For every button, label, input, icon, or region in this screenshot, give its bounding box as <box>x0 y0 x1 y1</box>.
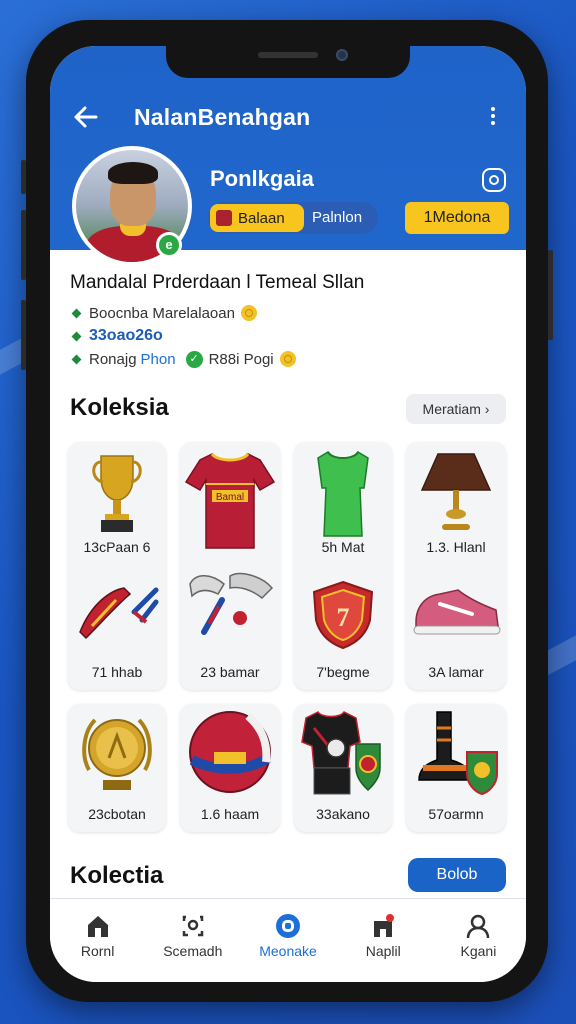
collection-card[interactable]: 33akano <box>294 704 392 832</box>
gold-medal-icon <box>82 718 152 790</box>
tab-notifications[interactable]: Naplil <box>336 899 431 982</box>
bio-line-text: Boocnba Marelalaoan <box>89 304 235 322</box>
tab-profile[interactable]: Meonake <box>240 899 335 982</box>
profile-circle-icon <box>276 914 300 938</box>
coin-icon <box>279 351 296 367</box>
app-screen: NalanBenahgan Ponlkgaia Balaan Palnlon 1… <box>50 46 526 982</box>
boots-icon <box>418 711 498 796</box>
trophy-icon <box>92 455 142 532</box>
collection-item-label: 1.3. Hlanl <box>426 539 486 555</box>
check-icon: ✓ <box>185 350 203 368</box>
profile-name: Ponlkgaia <box>210 166 314 191</box>
notch <box>166 46 410 78</box>
phone-side-button <box>21 300 26 370</box>
view-all-button[interactable]: Meratiam › <box>406 394 506 424</box>
jersey-text: Bamal <box>216 492 244 503</box>
bio-line: Boocnba Marelalaoan <box>70 302 510 324</box>
shin-guards-icon <box>189 572 274 635</box>
collection-card[interactable]: 57oarmn <box>406 704 506 832</box>
tab-account[interactable]: Kgani <box>431 899 526 982</box>
app-title: NalanBenahgan <box>134 104 311 130</box>
more-vertical-icon[interactable] <box>486 104 500 132</box>
medal-button[interactable]: 1Medona <box>405 202 509 234</box>
chip-flag-icon <box>216 210 232 226</box>
bio-stat: 33oao26o <box>89 327 163 344</box>
collection-card[interactable]: 13cPaan 6 71 hhab <box>68 442 166 690</box>
tab-home[interactable]: Rornl <box>50 899 145 982</box>
collection-title: Koleksia <box>70 394 169 421</box>
status-chip-label: Balaan <box>238 209 285 227</box>
bio-link-label: Ronajg <box>89 350 137 368</box>
second-section-title: Kolectia <box>70 862 164 889</box>
tab-label: Meonake <box>259 943 317 959</box>
bio-section: Mandalal Prderdaan l Temeal Sllan Boocnb… <box>70 272 510 371</box>
kit-icon <box>301 711 381 795</box>
phone-side-button <box>21 210 26 280</box>
home-icon <box>87 916 108 937</box>
bio-line: 33oao26o <box>70 325 510 347</box>
tab-label: Naplil <box>365 943 401 959</box>
status-pill[interactable]: Balaan Palnlon <box>208 202 378 234</box>
collection-item-label: 57oarmn <box>428 806 484 822</box>
tab-label: Kgani <box>460 943 497 959</box>
sneaker-icon <box>413 589 501 635</box>
speaker <box>258 52 318 58</box>
bio-line-text: R88i Pogi <box>208 350 274 368</box>
tab-search[interactable]: Scemadh <box>145 899 240 982</box>
collection-card[interactable]: 5h Mat 7 7'begme <box>294 442 392 690</box>
search-icon <box>182 915 204 937</box>
collection-item-label: 5h Mat <box>321 539 365 555</box>
coin-icon <box>240 305 257 321</box>
svg-text:7: 7 <box>337 603 350 632</box>
bio-line: Ronajg Phon ✓ R88i Pogi <box>70 348 510 370</box>
status-extra-label: Palnlon <box>312 209 363 226</box>
collection-card[interactable]: Bamal 23 bamar <box>180 442 280 690</box>
tab-label: Rornl <box>80 943 115 959</box>
verified-badge-icon: e <box>156 232 182 258</box>
bio-link[interactable]: Phon <box>141 351 176 368</box>
section-action-button[interactable]: Bolob <box>408 858 506 892</box>
collection-card[interactable]: 1.3. Hlanl 3A lamar <box>406 442 506 690</box>
user-icon <box>467 914 490 939</box>
settings-icon[interactable] <box>482 168 506 192</box>
tab-label: Scemadh <box>163 943 223 959</box>
red-jersey-icon: Bamal <box>184 452 276 549</box>
bullet-icon <box>71 354 82 364</box>
back-arrow-icon[interactable] <box>72 104 100 130</box>
collection-item-label: 3A lamar <box>428 664 484 680</box>
collection-item-label: 1.6 haam <box>200 806 260 822</box>
collection-item-label: 13cPaan 6 <box>83 539 151 555</box>
phone-power-button <box>548 250 553 340</box>
collection-item-label: 71 hhab <box>91 664 143 680</box>
collection-item-label: 7'begme <box>316 664 370 680</box>
collection-item-label: 33akano <box>316 806 370 822</box>
badge-icon: 7 <box>312 580 374 650</box>
tab-bar: Rornl Scemadh Meonake Naplil Kgani <box>50 898 526 982</box>
boot-blades-icon <box>79 587 159 640</box>
bullet-icon <box>71 308 82 318</box>
collection-card[interactable]: 1.6 haam <box>180 704 280 832</box>
lamp-icon <box>420 453 492 530</box>
avatar-hair <box>108 162 158 184</box>
green-jersey-icon <box>317 450 369 537</box>
bullet-icon <box>71 331 82 341</box>
phone-side-button <box>21 160 26 194</box>
collection-item-label: 23 bamar <box>200 664 260 680</box>
ball-icon <box>189 711 271 793</box>
bio-title: Mandalal Prderdaan l Temeal Sllan <box>70 272 365 293</box>
collection-card[interactable]: 23cbotan <box>68 704 166 832</box>
status-chip[interactable]: Balaan <box>210 204 304 232</box>
notifications-icon <box>374 914 395 937</box>
collection-item-label: 23cbotan <box>88 806 146 822</box>
view-all-label: Meratiam <box>422 401 481 417</box>
camera <box>336 49 348 61</box>
